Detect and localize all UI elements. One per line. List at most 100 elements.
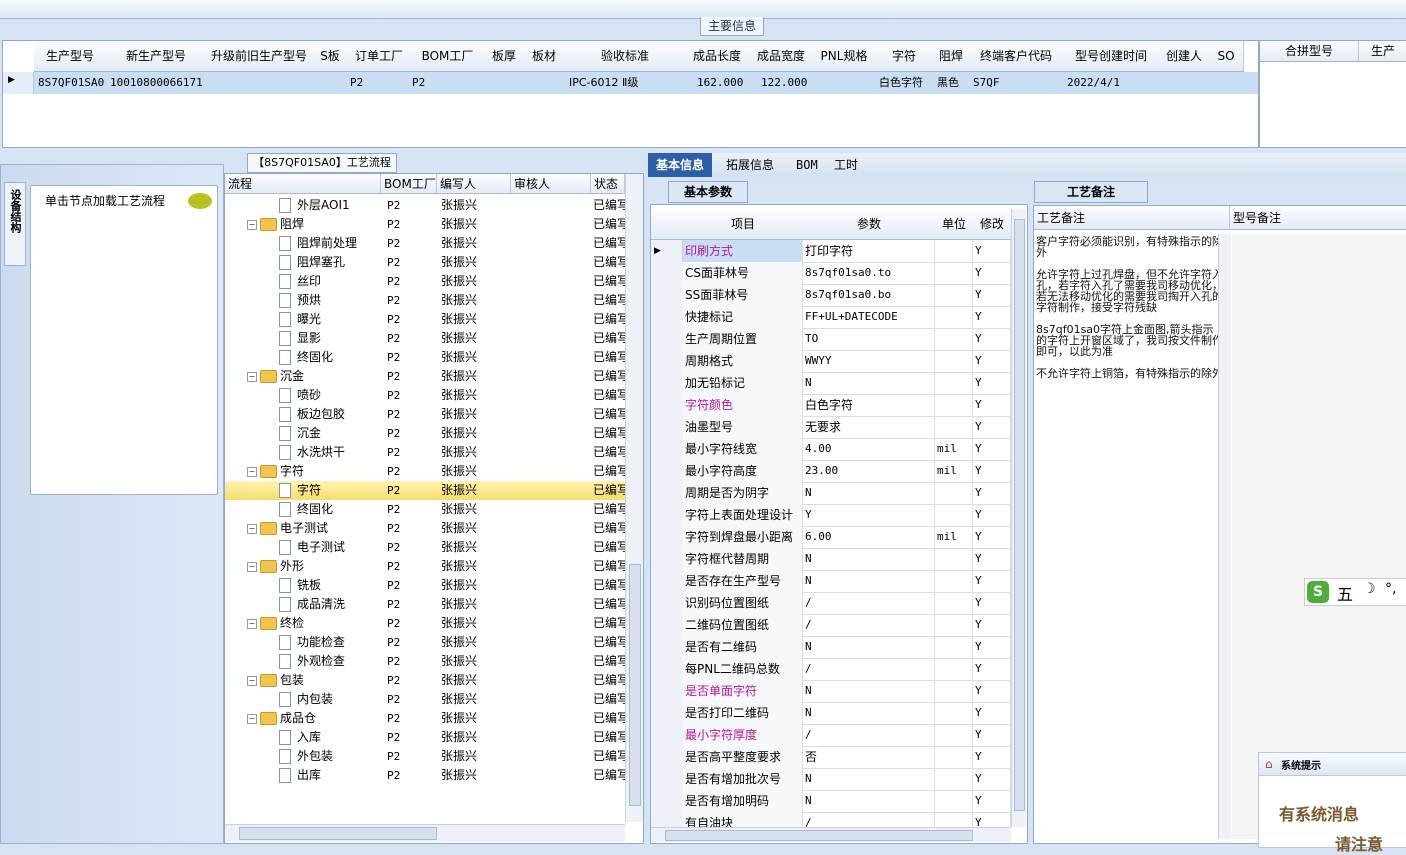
param-item-cell[interactable]: 是否有二维码	[683, 636, 803, 658]
param-unit-cell[interactable]	[935, 768, 973, 790]
param-row[interactable]: 每PNL二维码总数 / Y	[651, 658, 1011, 681]
param-row[interactable]: 是否有增加明码 N Y	[651, 790, 1011, 813]
flow-col-header[interactable]: 编写人	[437, 174, 511, 194]
param-item-cell[interactable]: 最小字符线宽	[683, 438, 803, 460]
main-col-header[interactable]: 成品长度	[685, 41, 750, 72]
flow-tree-row[interactable]: 阻焊塞孔 P2 张振兴 已编写	[225, 253, 625, 272]
param-row[interactable]: 最小字符线宽 4.00 mil Y	[651, 438, 1011, 461]
flow-tree-row[interactable]: 内包装 P2 张振兴 已编写	[225, 690, 625, 709]
param-value-cell[interactable]: 8s7qf01sa0.bo	[803, 284, 935, 306]
param-row[interactable]: 是否单面字符 N Y	[651, 680, 1011, 703]
param-modify-cell[interactable]: Y	[973, 746, 1011, 768]
process-flow-tree[interactable]: 流程 BOM工厂 编写人 审核人 状态 外层AOI1 P2 张振兴 已编写 − 阻焊 P2 张…	[224, 173, 644, 844]
param-unit-cell[interactable]	[935, 658, 973, 680]
main-col-header[interactable]: 板厚	[485, 41, 524, 72]
model-remark-area[interactable]	[1232, 234, 1406, 839]
params-col-header[interactable]: 项目	[683, 209, 804, 240]
param-item-cell[interactable]: 二维码位置图纸	[683, 614, 803, 636]
param-unit-cell[interactable]	[935, 724, 973, 746]
param-modify-cell[interactable]: Y	[973, 790, 1011, 812]
param-item-cell[interactable]: 最小字符高度	[683, 460, 803, 482]
main-col-header[interactable]: 订单工厂	[348, 41, 411, 72]
flow-tree-row[interactable]: 外层AOI1 P2 张振兴 已编写	[225, 196, 625, 215]
param-modify-cell[interactable]: Y	[973, 724, 1011, 746]
param-modify-cell[interactable]: Y	[973, 680, 1011, 702]
flow-tree-row[interactable]: 终固化 P2 张振兴 已编写	[225, 348, 625, 367]
param-unit-cell[interactable]	[935, 284, 973, 306]
flow-col-header[interactable]: 状态	[591, 174, 625, 194]
param-modify-cell[interactable]: Y	[973, 702, 1011, 724]
flow-tree-row[interactable]: 外观检查 P2 张振兴 已编写	[225, 652, 625, 671]
param-modify-cell[interactable]: Y	[973, 570, 1011, 592]
param-value-cell[interactable]: N	[803, 702, 935, 724]
param-row[interactable]: 是否高平整度要求否 Y	[651, 746, 1011, 769]
param-row[interactable]: 周期格式 WWYY Y	[651, 350, 1011, 373]
flow-tree-row[interactable]: 板边包胶 P2 张振兴 已编写	[225, 405, 625, 424]
param-unit-cell[interactable]	[935, 394, 973, 416]
flow-tree-row[interactable]: 入库 P2 张振兴 已编写	[225, 728, 625, 747]
main-col-header[interactable]: SO	[1209, 41, 1244, 72]
param-row[interactable]: SS面菲林号 8s7qf01sa0.bo Y	[651, 284, 1011, 307]
param-value-cell[interactable]: TO	[803, 328, 935, 350]
param-modify-cell[interactable]: Y	[973, 306, 1011, 328]
param-row[interactable]: 最小字符高度 23.00 mil Y	[651, 460, 1011, 483]
param-unit-cell[interactable]	[935, 306, 973, 328]
main-col-header[interactable]: 型号创建时间	[1063, 41, 1160, 72]
params-hscroll-thumb[interactable]	[665, 830, 973, 841]
param-item-cell[interactable]: 是否有增加明码	[683, 790, 803, 812]
param-value-cell[interactable]: N	[803, 548, 935, 570]
param-row[interactable]: 字符到焊盘最小距离 6.00 mil Y	[651, 526, 1011, 549]
param-item-cell[interactable]: 字符到焊盘最小距离	[683, 526, 803, 548]
param-item-cell[interactable]: 最小字符厚度	[683, 724, 803, 746]
main-col-header[interactable]: 生产型号	[34, 41, 107, 72]
flow-tree-row[interactable]: 显影 P2 张振兴 已编写	[225, 329, 625, 348]
param-value-cell[interactable]: /	[803, 658, 935, 680]
param-value-cell[interactable]: 否	[803, 746, 935, 768]
param-value-cell[interactable]: 白色字符	[803, 394, 935, 416]
tab-extended-info[interactable]: 拓展信息	[718, 153, 782, 177]
param-modify-cell[interactable]: Y	[973, 416, 1011, 438]
flow-tree-row[interactable]: 丝印 P2 张振兴 已编写	[225, 272, 625, 291]
param-item-cell[interactable]: 是否打印二维码	[683, 702, 803, 724]
param-value-cell[interactable]: N	[803, 768, 935, 790]
main-col-header[interactable]: 阻焊	[933, 41, 970, 72]
param-value-cell[interactable]: N	[803, 372, 935, 394]
collapse-toggle-icon[interactable]: −	[247, 675, 257, 686]
param-item-cell[interactable]: 周期是否为阴字	[683, 482, 803, 504]
flow-tree-row[interactable]: 阻焊前处理 P2 张振兴 已编写	[225, 234, 625, 253]
param-item-cell[interactable]: 生产周期位置	[683, 328, 803, 350]
param-unit-cell[interactable]: mil	[935, 438, 973, 460]
param-modify-cell[interactable]: Y	[973, 328, 1011, 350]
main-col-header[interactable]: 终端客户代码	[969, 41, 1064, 72]
param-unit-cell[interactable]	[935, 636, 973, 658]
params-col-header[interactable]: 参数	[803, 209, 936, 240]
param-row[interactable]: 字符框代替周期 N Y	[651, 548, 1011, 571]
collapse-toggle-icon[interactable]: −	[247, 618, 257, 629]
main-col-header[interactable]: BOM工厂	[410, 41, 486, 72]
flow-tree-row[interactable]: 曝光 P2 张振兴 已编写	[225, 310, 625, 329]
main-col-header[interactable]: 新生产型号	[106, 41, 207, 72]
main-col-header[interactable]: 验收标准	[565, 41, 686, 72]
param-unit-cell[interactable]	[935, 790, 973, 812]
param-item-cell[interactable]: 快捷标记	[683, 306, 803, 328]
param-modify-cell[interactable]: Y	[973, 372, 1011, 394]
param-value-cell[interactable]: WWYY	[803, 350, 935, 372]
param-value-cell[interactable]: N	[803, 482, 935, 504]
param-unit-cell[interactable]	[935, 592, 973, 614]
main-cell[interactable]: 122.000	[761, 72, 845, 94]
param-value-cell[interactable]: 8s7qf01sa0.to	[803, 262, 935, 284]
main-col-header[interactable]: PNL规格	[813, 41, 876, 72]
param-row[interactable]: 是否有增加批次号 N Y	[651, 768, 1011, 791]
flow-col-header[interactable]: BOM工厂	[381, 174, 437, 194]
flow-tree-row[interactable]: − 终检 P2 张振兴 已编写	[225, 614, 625, 633]
params-vertical-scrollbar[interactable]	[1011, 209, 1026, 827]
param-unit-cell[interactable]	[935, 350, 973, 372]
flow-tree-row[interactable]: 预烘 P2 张振兴 已编写	[225, 291, 625, 310]
param-item-cell[interactable]: 字符上表面处理设计	[683, 504, 803, 526]
main-col-header[interactable]: 升级前旧生产型号	[206, 41, 313, 72]
param-value-cell[interactable]: N	[803, 790, 935, 812]
param-row[interactable]: 字符颜色 白色字符 Y	[651, 394, 1011, 417]
param-modify-cell[interactable]: Y	[973, 262, 1011, 284]
param-unit-cell[interactable]	[935, 702, 973, 724]
param-row[interactable]: 快捷标记 FF+UL+DATECODE Y	[651, 306, 1011, 329]
